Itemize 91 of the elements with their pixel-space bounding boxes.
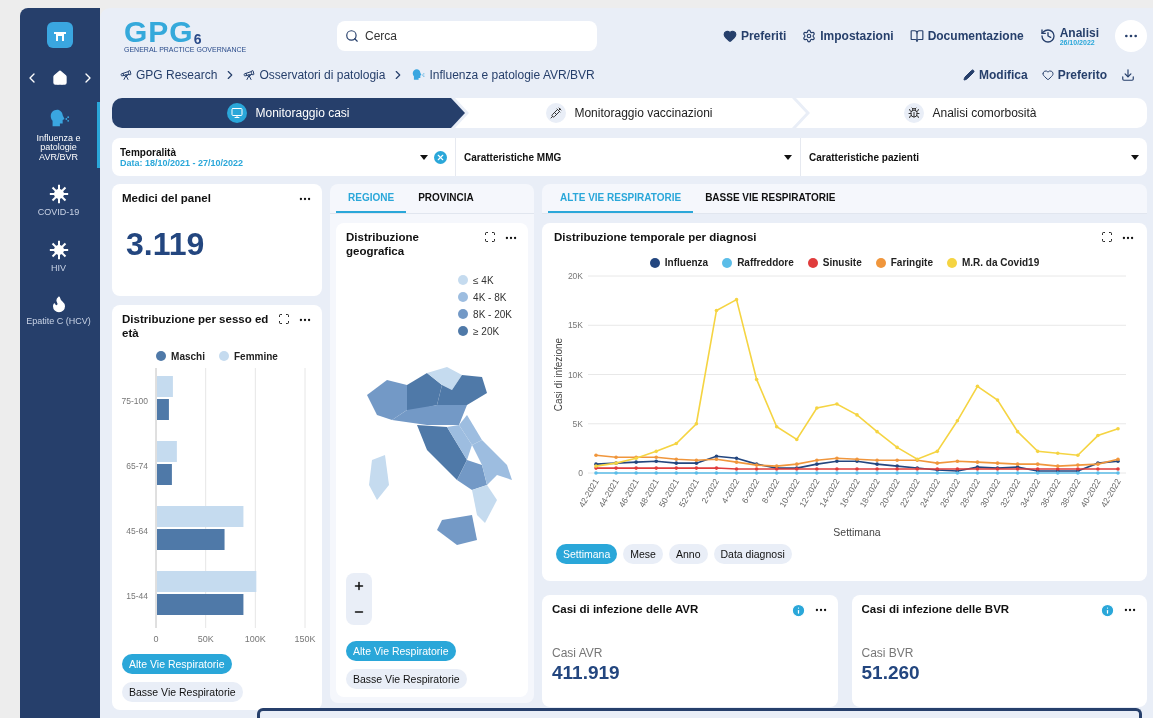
sidebar-item[interactable]: COVID-19 xyxy=(20,178,100,224)
info-icon[interactable] xyxy=(1100,603,1115,618)
legend-label: 8K - 20K xyxy=(473,308,512,320)
filter-dropdown[interactable]: Caratteristiche pazienti xyxy=(801,138,1147,176)
close-icon xyxy=(436,152,445,162)
period-chip[interactable]: Mese xyxy=(623,544,663,564)
axis-title: Casi di infezione xyxy=(553,337,564,412)
home-icon[interactable] xyxy=(52,70,68,86)
edit-button[interactable]: Modifica xyxy=(962,68,1028,82)
app-logo-icon[interactable] xyxy=(47,22,73,48)
favorite-button[interactable]: Preferito xyxy=(1041,68,1107,82)
axis-tick-label: 5K xyxy=(572,418,583,429)
legend-label: Sinusite xyxy=(822,257,862,268)
settings-icon xyxy=(802,29,817,43)
legend-label: M.R. da Covid19 xyxy=(961,257,1040,268)
monitor-icon xyxy=(231,107,244,119)
axis-tick-label: 20K xyxy=(567,271,583,281)
axis-tick-label: 0 xyxy=(578,468,583,478)
history-icon xyxy=(1039,28,1056,44)
kpi-value: 3.119 xyxy=(126,226,206,263)
caret-icon xyxy=(1131,154,1139,160)
filter-chip[interactable]: Basse Vie Respiratorie xyxy=(346,669,467,689)
bug-icon xyxy=(908,107,921,119)
axis-tick-label: 150K xyxy=(294,633,316,644)
virus-icon xyxy=(48,239,69,260)
card-title: Distribuzione per sesso ed età xyxy=(122,313,270,341)
axis-tick-label: 50K xyxy=(197,633,214,644)
pencil-icon xyxy=(962,69,975,81)
heart-icon xyxy=(1041,69,1054,81)
legend-label: Faringite xyxy=(890,257,933,268)
step-tab[interactable]: Analisi comorbosità xyxy=(794,98,1147,128)
sidebar-item[interactable]: HIV xyxy=(20,233,100,280)
axis-category-label: 65-74 xyxy=(126,460,148,471)
axis-tick-label: 0 xyxy=(153,633,159,644)
caret-icon xyxy=(784,154,792,160)
plus-icon xyxy=(353,580,365,592)
legend-label: ≤ 4K xyxy=(473,274,494,286)
axis-title: Settimana xyxy=(833,526,881,538)
axis-tick-label: 10K xyxy=(567,369,583,380)
tab[interactable]: PROVINCIA xyxy=(406,184,486,213)
search-field[interactable]: Cerca xyxy=(337,21,597,51)
filter-chip[interactable]: Basse Vie Respiratorie xyxy=(122,681,243,702)
virus-icon xyxy=(48,184,69,205)
axis-category-label: 75-100 xyxy=(121,395,148,406)
head-icon xyxy=(411,68,426,82)
legend-label: Femmine xyxy=(234,350,278,362)
period-chip[interactable]: Data diagnosi xyxy=(713,544,792,564)
legend-label: ≥ 20K xyxy=(473,325,500,337)
kpi-label: Casi BVR xyxy=(861,646,915,660)
legend-label: Influenza xyxy=(664,257,709,268)
header-link[interactable]: Preferiti xyxy=(722,29,787,43)
card-title: Distribuzione temporale per diagnosi xyxy=(554,231,758,245)
axis-category-label: 45-64 xyxy=(126,525,148,536)
kpi-value: 51.260 xyxy=(861,662,921,684)
legend-label: Raffreddore xyxy=(737,257,794,268)
card-title: Casi di infezione delle BVR xyxy=(861,603,1011,617)
book-icon xyxy=(909,29,924,43)
card-title: Medici del panel xyxy=(122,192,212,206)
sidebar-item[interactable]: Epatite C (HCV) xyxy=(20,289,100,333)
header-link[interactable]: Documentazione xyxy=(909,29,1024,43)
breadcrumb-link[interactable]: Influenza e patologie AVR/BVR xyxy=(411,68,595,82)
clear-button[interactable] xyxy=(434,150,447,164)
axis-tick-label: 15K xyxy=(567,320,583,331)
heart-icon xyxy=(722,29,737,43)
info-icon[interactable] xyxy=(790,603,806,618)
download-icon[interactable] xyxy=(1121,68,1135,82)
card-title: Casi di infezione delle AVR xyxy=(552,603,700,617)
filter-dropdown[interactable]: Caratteristiche MMG xyxy=(456,138,801,176)
step-tab[interactable]: Monitoraggio vaccinazioni xyxy=(453,98,806,128)
breadcrumb-link[interactable]: GPG Research xyxy=(120,68,218,82)
period-chip[interactable]: Anno xyxy=(668,544,708,564)
expand-icon[interactable] xyxy=(1101,231,1113,243)
card-title: Distribuzione geografica xyxy=(346,231,420,259)
kpi-label: Casi AVR xyxy=(552,646,604,660)
legend-label: Maschi xyxy=(171,350,205,362)
axis-tick-label: 100K xyxy=(244,633,266,644)
expand-icon[interactable] xyxy=(278,313,290,325)
telescope-icon xyxy=(243,69,256,81)
search-icon xyxy=(345,29,359,43)
filter-dropdown[interactable]: Temporalità Data: 18/10/2021 - 27/10/2022 xyxy=(112,138,456,176)
tab[interactable]: BASSE VIE RESPIRATORIE xyxy=(693,184,848,213)
syringe-icon xyxy=(550,107,563,119)
step-tab[interactable]: Monitoraggio casi xyxy=(112,98,465,128)
legend-label: 4K - 8K xyxy=(473,291,507,303)
axis-category-label: 15-44 xyxy=(126,590,148,601)
caret-icon xyxy=(420,154,428,160)
telescope-icon xyxy=(120,69,132,81)
kpi-value: 411.919 xyxy=(552,662,621,684)
breadcrumb-link[interactable]: Osservatori di patologia xyxy=(243,68,386,82)
header-link[interactable]: Impostazioni xyxy=(802,29,894,43)
expand-icon[interactable] xyxy=(484,231,496,243)
